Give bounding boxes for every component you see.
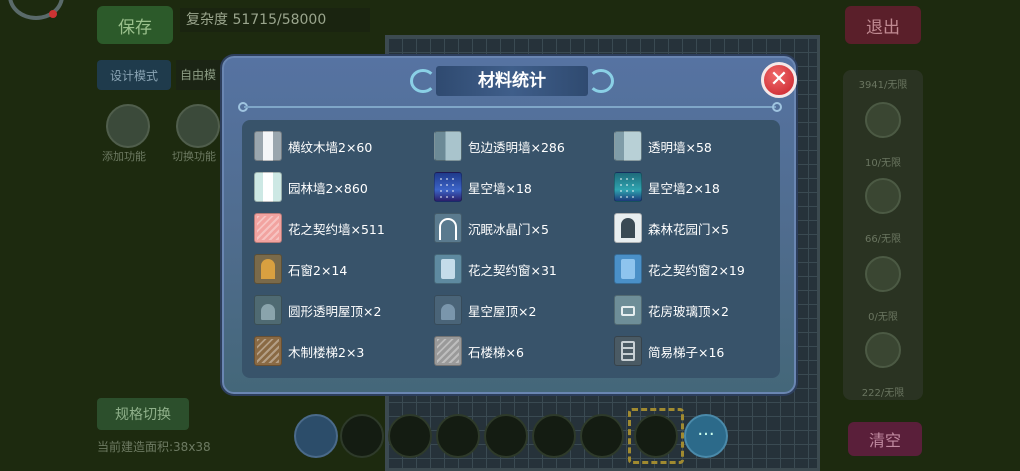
material-item: 透明墙×58 [614,131,712,161]
material-label: 石楼梯×6 [468,344,524,360]
material-item: 横纹木墙2×60 [254,131,372,161]
material-label: 沉眠冰晶门×5 [468,221,549,237]
clear-button[interactable]: 清空 [848,422,922,456]
material-item: 圆形透明屋顶×2 [254,295,381,325]
glass-wall-icon [614,131,642,161]
close-button[interactable]: ✕ [761,62,797,98]
forest-garden-door-icon [614,213,642,243]
material-label: 园林墙2×860 [288,180,368,196]
material-item: 石窗2×14 [254,254,347,284]
switch-function-button[interactable] [176,104,220,148]
stone-stairs-icon [434,336,462,366]
hotbar-selection-frame [628,408,684,464]
material-label: 木制楼梯2×3 [288,344,365,360]
material-label: 星空墙×18 [468,180,532,196]
hotbar-more-button[interactable]: ··· [684,414,728,458]
design-mode-button[interactable]: 设计模式 [97,60,171,90]
hotbar-slot[interactable] [532,414,576,458]
exit-button[interactable]: 退出 [845,6,921,44]
save-button[interactable]: 保存 [97,6,173,44]
material-item: 森林花园门×5 [614,213,729,243]
close-icon: ✕ [769,67,789,92]
hotbar-slot[interactable] [340,414,384,458]
divider-cap-right-icon [772,102,782,112]
title-right-ornament-icon [588,69,614,93]
add-function-button[interactable] [106,104,150,148]
stone-window-icon [254,254,282,284]
material-item: 园林墙2×860 [254,172,368,202]
side-material-slot[interactable] [865,178,901,214]
side-material-slot[interactable] [865,256,901,292]
material-label: 包边透明墙×286 [468,139,565,155]
flower-window-icon [434,254,462,284]
simple-ladder-icon [614,336,642,366]
material-item: 星空屋顶×2 [434,295,536,325]
material-label: 花之契约窗×31 [468,262,557,278]
build-area-text: 当前建造面积:38x38 [97,440,211,454]
hotbar-slot-eraser[interactable] [294,414,338,458]
material-item: 简易梯子×16 [614,336,724,366]
material-stats-dialog: 材料统计 ✕ 横纹木墙2×60 包边透明墙×286 透明墙×58 园林墙2×86… [222,56,797,394]
material-label: 星空墙2×18 [648,180,720,196]
material-label: 花房玻璃顶×2 [648,303,729,319]
hotbar-slot[interactable] [580,414,624,458]
flower-window-2-icon [614,254,642,284]
material-item: 沉眠冰晶门×5 [434,213,549,243]
side-panel-count: 66/无限 [864,234,902,245]
material-label: 星空屋顶×2 [468,303,537,319]
starry-wall-icon [434,172,462,202]
material-item: 星空墙2×18 [614,172,720,202]
material-label: 圆形透明屋顶×2 [288,303,382,319]
material-label: 森林花园门×5 [648,221,729,237]
hotbar-slot[interactable] [484,414,528,458]
material-item: 石楼梯×6 [434,336,524,366]
garden-wall-icon [254,172,282,202]
hotbar-slot[interactable] [436,414,480,458]
material-label: 花之契约窗2×19 [648,262,745,278]
dialog-title-banner: 材料统计 [410,66,614,96]
material-item: 星空墙×18 [434,172,532,202]
material-item: 花之契约墙×511 [254,213,385,243]
material-item: 花之契约窗2×19 [614,254,745,284]
wood-stairs-icon [254,336,282,366]
material-item: 花房玻璃顶×2 [614,295,729,325]
material-label: 透明墙×58 [648,139,712,155]
flower-wall-icon [254,213,282,243]
title-divider [244,106,776,108]
starry-wall-2-icon [614,172,642,202]
add-function-label: 添加功能 [102,150,146,163]
side-panel-count: 0/无限 [868,312,898,323]
material-side-panel: 3941/无限 10/无限 66/无限 0/无限 222/无限 [843,70,923,400]
material-item: 木制楼梯2×3 [254,336,364,366]
material-label: 简易梯子×16 [648,344,725,360]
notification-dot [49,10,57,18]
side-panel-count: 3941/无限 [858,80,908,91]
wood-wall-icon [254,131,282,161]
material-label: 石窗2×14 [288,262,348,278]
round-glass-roof-icon [254,295,282,325]
starry-roof-icon [434,295,462,325]
free-mode-tab[interactable]: 自由模 [176,60,226,90]
material-item: 包边透明墙×286 [434,131,565,161]
material-label: 花之契约墙×511 [288,221,385,237]
side-material-slot[interactable] [865,332,901,368]
dialog-title: 材料统计 [478,71,546,91]
ice-crystal-door-icon [434,213,462,243]
side-panel-count: 222/无限 [861,388,905,399]
material-item: 花之契约窗×31 [434,254,557,284]
glass-edge-wall-icon [434,131,462,161]
switch-function-label: 切换功能 [172,150,216,163]
material-label: 横纹木墙2×60 [288,139,373,155]
materials-list: 横纹木墙2×60 包边透明墙×286 透明墙×58 园林墙2×860 星空墙×1… [242,120,780,378]
complexity-counter: 复杂度 51715/58000 [180,8,370,32]
spec-switch-button[interactable]: 规格切换 [97,398,189,430]
side-material-slot[interactable] [865,102,901,138]
side-panel-count: 10/无限 [864,158,902,169]
hotbar-slot[interactable] [388,414,432,458]
greenhouse-roof-icon [614,295,642,325]
